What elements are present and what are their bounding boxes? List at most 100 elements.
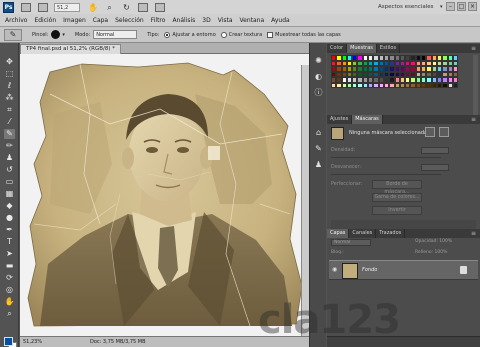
density-slider[interactable] [331, 157, 441, 158]
zoom-icon[interactable]: ⌕ [105, 3, 114, 12]
quick-selection-tool-icon[interactable]: ⁂ [4, 93, 15, 103]
mask-thumbnail [331, 127, 344, 140]
watermark: cla123 [258, 297, 401, 343]
blend-mode-select[interactable]: Normal [331, 239, 371, 246]
brush-tool-icon[interactable]: ✏ [4, 141, 15, 151]
arrange-documents-icon[interactable] [138, 2, 148, 12]
layer-name[interactable]: Fondo [362, 267, 377, 273]
tool-presets-icon[interactable]: ✎ [313, 143, 324, 154]
hand-icon[interactable]: ✋ [88, 3, 98, 12]
menu-seleccion[interactable]: Selección [115, 17, 144, 24]
color-swatch[interactable] [452, 82, 459, 88]
feather-field[interactable] [421, 164, 449, 171]
spot-healing-brush-icon[interactable]: ✎ [4, 28, 22, 41]
fill-field[interactable]: Relleno: 100% [415, 250, 447, 255]
3d-orbit-tool-icon[interactable]: ◎ [4, 285, 15, 295]
clone-source-icon[interactable]: ♟ [313, 159, 324, 170]
brush-preset-picker[interactable] [51, 30, 61, 39]
shape-tool-icon[interactable]: ▬ [4, 261, 15, 271]
mode-label: Modo: [74, 31, 91, 38]
tab-swatches[interactable]: Muestras [347, 44, 377, 53]
menu-analisis[interactable]: Análisis [172, 17, 195, 24]
type-create-texture-radio[interactable] [220, 31, 227, 38]
tab-masks[interactable]: Máscaras [352, 115, 383, 124]
zoom-level-select[interactable]: 51,2 [54, 2, 80, 12]
menu-archivo[interactable]: Archivo [5, 17, 27, 24]
swatches-scrollbar[interactable] [473, 55, 478, 115]
eyedropper-tool-icon[interactable]: ⁄ [4, 117, 15, 127]
info-panel-icon[interactable]: ⓘ [313, 87, 324, 98]
dodge-tool-icon[interactable]: ● [4, 213, 15, 223]
tab-layers[interactable]: Capas [327, 229, 350, 238]
minimize-button[interactable]: – [446, 2, 455, 11]
tab-adjustments[interactable]: Ajustes [327, 115, 353, 124]
menu-edicion[interactable]: Edición [34, 17, 56, 24]
mask-edge-button[interactable]: Borde de máscara... [372, 180, 422, 195]
3d-light-icon[interactable]: ◐ [313, 71, 324, 82]
close-button[interactable]: × [468, 2, 477, 11]
clone-stamp-tool-icon[interactable]: ♟ [4, 153, 15, 163]
pixel-mask-button[interactable] [425, 127, 435, 137]
eye-icon[interactable]: ◉ [332, 266, 340, 274]
chevron-down-icon[interactable]: ▾ [62, 32, 65, 38]
pen-tool-icon[interactable]: ✒ [4, 225, 15, 235]
crop-tool-icon[interactable]: ⌗ [4, 105, 15, 115]
menu-ayuda[interactable]: Ayuda [271, 17, 290, 24]
menu-filtro[interactable]: Filtro [151, 17, 166, 24]
invert-button[interactable]: Invertir [372, 206, 422, 215]
zoom-status-field[interactable]: 51,23% [23, 337, 42, 347]
menu-ventana[interactable]: Ventana [240, 17, 265, 24]
vertical-scrollbar[interactable] [301, 65, 309, 336]
tab-channels[interactable]: Canales [349, 229, 377, 238]
3d-panel-icon[interactable]: ✺ [313, 55, 324, 66]
foreground-color-swatch[interactable] [4, 337, 13, 346]
type-proximity-match-radio[interactable] [164, 31, 171, 38]
old-portrait-photo [27, 62, 303, 327]
gradient-tool-icon[interactable]: ▦ [4, 189, 15, 199]
history-panel-icon[interactable]: ⌂ [313, 127, 324, 138]
sample-all-layers-checkbox[interactable] [267, 31, 274, 38]
lasso-tool-icon[interactable]: ℓ [4, 81, 15, 91]
type-tool-icon[interactable]: T [4, 237, 15, 247]
tab-paths[interactable]: Trazados [376, 229, 406, 238]
panel-menu-icon[interactable]: ≡ [471, 229, 476, 238]
document-tab[interactable]: TP4 final.psd al 51,2% (RGB/8) * [20, 44, 121, 54]
mode-select[interactable]: Normal [93, 30, 138, 39]
layer-row[interactable]: ◉ Fondo [329, 260, 478, 280]
spot-healing-tool-icon[interactable]: ✎ [4, 129, 15, 139]
hand-tool-icon[interactable]: ✋ [4, 297, 15, 307]
color-range-button[interactable]: Gama de colores... [372, 193, 422, 202]
chevron-down-icon[interactable]: ▾ [440, 2, 443, 12]
type-label: Tipo: [147, 31, 160, 38]
menu-capa[interactable]: Capa [93, 17, 108, 24]
panel-menu-icon[interactable]: ≡ [471, 44, 476, 53]
options-bar: ✎ Pincel: ▾ Modo: Normal Tipo: Ajustar a… [0, 27, 480, 43]
menu-imagen[interactable]: Imagen [63, 17, 86, 24]
tab-color[interactable]: Color [327, 44, 348, 53]
tab-styles[interactable]: Estilos [377, 44, 401, 53]
rotate-view-icon[interactable]: ↻ [122, 3, 131, 12]
path-selection-tool-icon[interactable]: ➤ [4, 249, 15, 259]
eraser-tool-icon[interactable]: ▭ [4, 177, 15, 187]
menu-3d[interactable]: 3D [202, 17, 210, 24]
opacity-field[interactable]: Opacidad: 100% [415, 239, 452, 244]
history-brush-tool-icon[interactable]: ↺ [4, 165, 15, 175]
canvas[interactable] [20, 54, 309, 336]
view-extras-icon[interactable] [38, 2, 48, 12]
screen-mode-icon[interactable] [155, 2, 165, 12]
move-tool-icon[interactable]: ✥ [4, 57, 15, 67]
menu-vista[interactable]: Vista [218, 17, 233, 24]
3d-rotate-tool-icon[interactable]: ⟳ [4, 273, 15, 283]
blur-tool-icon[interactable]: ◆ [4, 201, 15, 211]
swatches-panel-tabs: Color Muestras Estilos ≡ [327, 44, 480, 53]
vector-mask-button[interactable] [439, 127, 449, 137]
marquee-tool-icon[interactable]: ⬚ [4, 69, 15, 79]
panel-menu-icon[interactable]: ≡ [471, 115, 476, 124]
feather-slider[interactable] [331, 174, 441, 175]
zoom-tool-icon[interactable]: ⌕ [4, 309, 15, 319]
density-field[interactable] [421, 147, 449, 154]
workspace-switcher[interactable]: Aspectos esenciales [378, 2, 433, 12]
document-size-info[interactable]: Doc: 3,75 MB/3,75 MB [90, 337, 146, 347]
maximize-button[interactable]: □ [457, 2, 466, 11]
mini-bridge-icon[interactable] [21, 2, 31, 12]
